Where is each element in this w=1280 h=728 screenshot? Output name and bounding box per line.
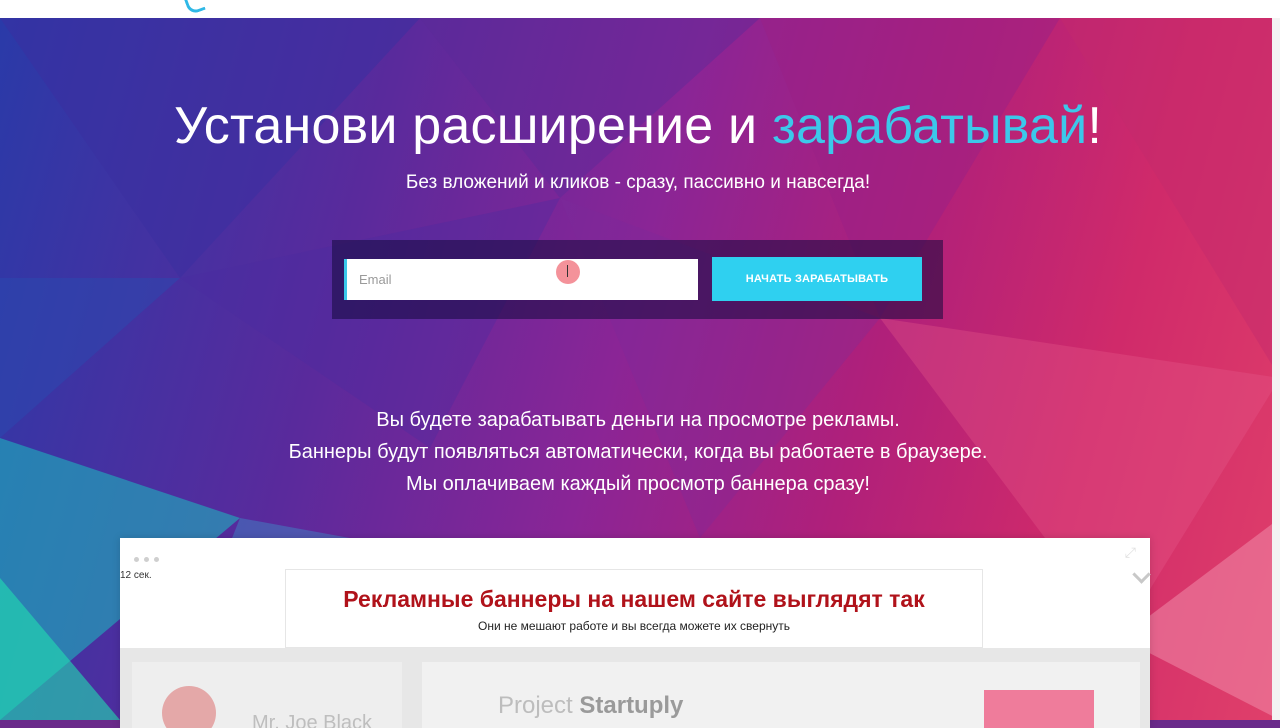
person-name: Mr. Joe Black	[252, 712, 373, 728]
page-scroll-edge	[1272, 18, 1280, 720]
browser-demo-window: ⤢ 12 сек. Рекламные баннеры на нашем сай…	[120, 538, 1151, 728]
ad-banner-title: Рекламные баннеры на нашем сайте выглядя…	[343, 586, 925, 612]
hero-headline: Установи расширение и зарабатывай!	[0, 96, 1276, 156]
start-earning-button[interactable]: НАЧАТЬ ЗАРАБАТЫВАТЬ	[712, 257, 922, 301]
top-navigation-bar	[0, 0, 1280, 18]
logo-icon[interactable]	[183, 0, 206, 16]
project-name: Project Startuply	[498, 692, 683, 720]
close-icon[interactable]: ⤢	[1125, 544, 1136, 561]
headline-text: Установи расширение и	[174, 97, 772, 155]
headline-accent-word: зарабатывай	[771, 97, 1088, 155]
window-controls	[134, 549, 164, 567]
avatar	[162, 686, 216, 728]
chevron-down-icon[interactable]	[1132, 565, 1151, 584]
mouse-cursor-indicator	[556, 260, 580, 284]
email-input[interactable]	[344, 259, 698, 300]
ad-banner[interactable]: Рекламные баннеры на нашем сайте выглядя…	[285, 569, 983, 648]
info-line: Вы будете зарабатывать деньги на просмот…	[376, 409, 900, 431]
signup-form: НАЧАТЬ ЗАРАБАТЫВАТЬ	[332, 240, 943, 319]
preview-action-button	[984, 690, 1094, 728]
ad-banner-subtitle: Они не мешают работе и вы всегда можете …	[477, 619, 791, 633]
hero-subheadline: Без вложений и кликов - сразу, пассивно …	[405, 172, 871, 193]
project-name-bold: Startuply	[579, 692, 684, 719]
banner-timer: 12 сек.	[120, 570, 152, 581]
info-line: Баннеры будут появляться автоматически, …	[288, 441, 988, 463]
info-text: Вы будете зарабатывать деньги на просмот…	[0, 404, 1276, 500]
info-line: Мы оплачиваем каждый просмотр баннера ср…	[406, 473, 870, 495]
profile-card: Mr. Joe Black	[132, 662, 402, 728]
website-preview: Mr. Joe Black Project Startuply	[120, 648, 1150, 728]
project-card: Project Startuply	[422, 662, 1140, 728]
project-name-light: Project	[498, 692, 580, 719]
headline-exclamation: !	[1087, 97, 1102, 155]
